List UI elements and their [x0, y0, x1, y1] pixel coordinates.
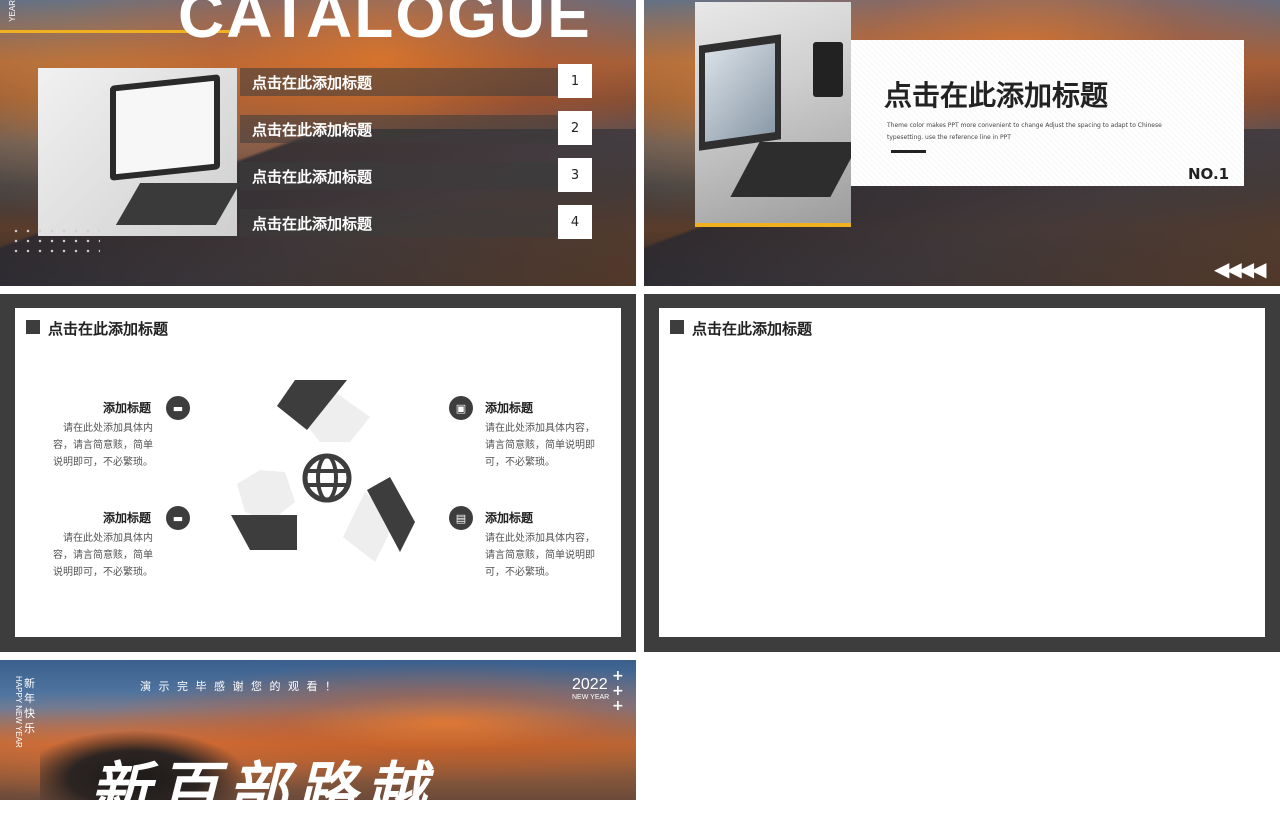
- laptop-screen: [699, 34, 781, 151]
- item-title[interactable]: 添加标题: [103, 399, 151, 416]
- slide-header[interactable]: 点击在此添加标题: [48, 318, 168, 339]
- new-year-label: NEW YEAR: [572, 694, 610, 701]
- laptop-photo: [695, 2, 860, 225]
- briefcase-icon: ▤: [449, 506, 473, 530]
- chat-icon: ▬: [166, 396, 190, 420]
- catalogue-number: 4: [558, 205, 592, 239]
- header-square-icon: [670, 320, 684, 334]
- slide-header[interactable]: 点击在此添加标题: [692, 318, 812, 339]
- item-title[interactable]: 添加标题: [103, 509, 151, 526]
- slide-canvas: [659, 308, 1265, 637]
- item-text[interactable]: 请在此处添加具体内容，请言简意赅，简单说明即可，不必繁琐。: [48, 530, 153, 581]
- catalogue-number: 3: [558, 158, 592, 192]
- section-number: NO.1: [1188, 165, 1230, 183]
- card-title[interactable]: 点击在此添加标题: [884, 74, 1108, 114]
- laptop-keyboard: [115, 183, 241, 225]
- year: 2022: [572, 676, 608, 693]
- tagline[interactable]: 演 示 完 毕 感 谢 您 的 观 看 ！: [140, 678, 338, 694]
- catalogue-item-label[interactable]: 点击在此添加标题: [252, 166, 372, 187]
- catalogue-number: 2: [558, 111, 592, 145]
- catalogue-item-label[interactable]: 点击在此添加标题: [252, 119, 372, 140]
- slide-catalogue[interactable]: YEAR CATALOGUE 点击在此添加标题 点击在此添加标题 点击在此添加标…: [0, 0, 636, 286]
- catalogue-item-label[interactable]: 点击在此添加标题: [252, 72, 372, 93]
- cycle-diagram: [231, 380, 415, 562]
- header-square-icon: [26, 320, 40, 334]
- catalogue-item-label[interactable]: 点击在此添加标题: [252, 213, 372, 234]
- item-text[interactable]: 请在此处添加具体内容，请言简意赅，简单说明即可，不必繁琐。: [485, 530, 595, 581]
- globe-icon: [302, 453, 352, 503]
- dot-pattern: [10, 226, 100, 256]
- brush-calligraphy: 新 百 部 路 越: [90, 756, 426, 826]
- plus-icon: +: [612, 683, 624, 699]
- item-text[interactable]: 请在此处添加具体内容，请言简意赅，简单说明即可，不必繁琐。: [48, 420, 153, 471]
- accent-bar: [695, 223, 851, 227]
- new-year-cn-vertical: 新年快乐: [24, 677, 35, 735]
- cycle-arrow-light: [237, 470, 295, 522]
- printer-icon: ▣: [449, 396, 473, 420]
- item-title[interactable]: 添加标题: [485, 399, 533, 416]
- chat-icon: ▬: [166, 506, 190, 530]
- card-description[interactable]: Theme color makes PPT more convenient to…: [887, 120, 1167, 144]
- mug: [813, 42, 843, 97]
- item-text[interactable]: 请在此处添加具体内容，请言简意赅，简单说明即可，不必繁琐。: [485, 420, 595, 471]
- item-title[interactable]: 添加标题: [485, 509, 533, 526]
- plus-icon: +: [612, 668, 624, 684]
- laptop-photo: [38, 68, 241, 236]
- year-vertical-text: YEAR: [8, 0, 17, 22]
- catalogue-title: CATALOGUE: [178, 0, 592, 51]
- happy-new-year-vertical: HAPPY NEW YEAR: [14, 676, 23, 748]
- cycle-arrow-dark: [231, 515, 297, 550]
- rewind-arrows-icon: ◀◀◀◀: [1214, 257, 1267, 281]
- plus-icon: +: [612, 698, 624, 714]
- laptop-keyboard: [730, 142, 860, 197]
- catalogue-number: 1: [558, 64, 592, 98]
- laptop-screen: [110, 74, 220, 181]
- card-divider: [891, 150, 926, 153]
